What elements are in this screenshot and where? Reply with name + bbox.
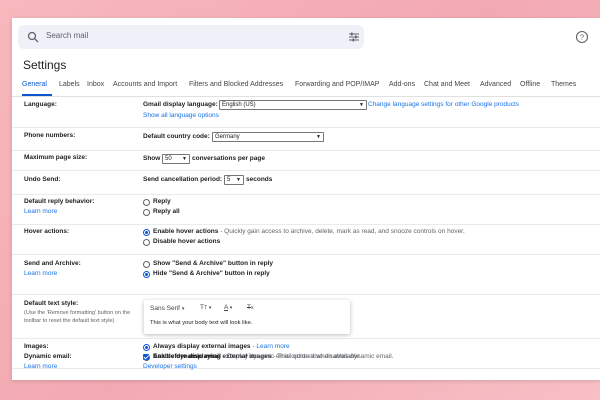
chevron-down-icon: ▼	[182, 156, 187, 162]
option-label: Enable dynamic email	[153, 353, 221, 360]
show-all-languages-link[interactable]: Show all language options	[143, 112, 219, 119]
disable-hover-radio[interactable]	[143, 239, 150, 246]
hide-send-archive-radio[interactable]	[143, 271, 150, 278]
learn-more-link[interactable]: Learn more	[24, 363, 57, 370]
enable-hover-radio[interactable]	[143, 229, 150, 236]
tab-general[interactable]: General	[22, 81, 47, 88]
tab-inbox[interactable]: Inbox	[87, 81, 104, 88]
show-label: Show	[143, 155, 161, 162]
setting-hover-actions: Hover actions: Enable hover actions - Qu…	[12, 224, 600, 255]
reply-all-option-label[interactable]: Reply all	[153, 208, 180, 215]
font-family-selector[interactable]: Sans Serif ▾	[150, 305, 184, 312]
option-description: - Quickly gain access to archive, delete…	[218, 228, 465, 235]
setting-phone-numbers: Phone numbers: Default country code: Ger…	[12, 127, 600, 151]
tab-advanced[interactable]: Advanced	[480, 81, 511, 88]
top-bar: Search mail ?	[12, 18, 600, 54]
tab-accounts-and-import[interactable]: Accounts and Import	[113, 81, 177, 88]
select-value: Germany	[215, 134, 240, 140]
setting-label: Dynamic email:	[24, 353, 72, 360]
font-size-icon[interactable]: TT ▾	[200, 304, 211, 311]
tab-themes[interactable]: Themes	[551, 81, 576, 88]
enable-hover-option[interactable]: Enable hover actions - Quickly gain acce…	[153, 228, 465, 235]
tab-forwarding-pop-imap[interactable]: Forwarding and POP/IMAP	[295, 81, 379, 88]
page-size-select[interactable]: 50 ▼	[162, 154, 190, 164]
text-style-note: (Use the 'Remove formatting' button on t…	[24, 310, 131, 324]
option-description: - Display dynamic email content when ava…	[220, 353, 362, 360]
reply-option-label[interactable]: Reply	[153, 198, 171, 205]
search-bar[interactable]: Search mail	[18, 25, 364, 49]
developer-settings-link[interactable]: Developer settings	[143, 363, 197, 370]
tab-offline[interactable]: Offline	[520, 81, 540, 88]
setting-label: Default reply behavior:	[24, 198, 95, 205]
dynamic-email-checkbox[interactable]	[143, 354, 149, 360]
setting-label: Default text style:	[24, 300, 79, 307]
page-title: Settings	[23, 58, 67, 72]
reply-radio[interactable]	[143, 199, 150, 206]
country-code-select[interactable]: Germany ▼	[212, 132, 324, 142]
setting-undo-send: Undo Send: Send cancellation period: 5 ▼ …	[12, 170, 600, 195]
conversations-per-page-label: conversations per page	[192, 155, 265, 162]
chevron-down-icon: ▼	[236, 177, 241, 183]
setting-max-page-size: Maximum page size: Show 50 ▼ conversation…	[12, 150, 600, 171]
disable-hover-option-label[interactable]: Disable hover actions	[153, 238, 220, 245]
chevron-down-icon: ▾	[181, 306, 185, 312]
reply-all-radio[interactable]	[143, 209, 150, 216]
remove-formatting-icon[interactable]: Tx	[247, 304, 253, 311]
setting-label: Phone numbers:	[24, 132, 76, 139]
option-label: Enable hover actions	[153, 228, 219, 235]
display-language-label: Gmail display language:	[143, 101, 218, 108]
text-style-preview: This is what your body text will look li…	[150, 320, 253, 326]
font-family-value: Sans Serif	[150, 305, 180, 312]
change-language-link[interactable]: Change language settings for other Googl…	[368, 101, 519, 108]
cancellation-period-label: Send cancellation period:	[143, 176, 223, 183]
hide-send-archive-label[interactable]: Hide "Send & Archive" button in reply	[153, 270, 270, 277]
active-tab-indicator	[22, 94, 52, 96]
filter-options-icon[interactable]	[348, 31, 360, 43]
search-icon[interactable]	[27, 31, 39, 43]
text-style-editor[interactable]: Sans Serif ▾ TT ▾ A ▾ Tx This is what yo…	[144, 300, 350, 334]
help-icon[interactable]: ?	[575, 30, 589, 44]
setting-label: Undo Send:	[24, 176, 61, 183]
search-input[interactable]: Search mail	[46, 31, 88, 40]
setting-label: Hover actions:	[24, 228, 70, 235]
select-value: 50	[165, 156, 172, 162]
setting-send-and-archive: Send and Archive: Learn more Show "Send …	[12, 254, 600, 295]
chevron-down-icon: ▼	[359, 102, 364, 108]
display-language-select[interactable]: English (US) ▼	[219, 100, 367, 110]
gmail-window: Search mail ? Settings General Labels In…	[12, 18, 600, 380]
tab-add-ons[interactable]: Add-ons	[389, 81, 415, 88]
country-code-label: Default country code:	[143, 133, 210, 140]
tab-filters-and-blocked[interactable]: Filters and Blocked Addresses	[189, 81, 283, 88]
dynamic-email-option[interactable]: Enable dynamic email - Display dynamic e…	[153, 353, 361, 360]
setting-dynamic-email: Dynamic email: Learn more Enable dynamic…	[12, 348, 600, 380]
tab-labels[interactable]: Labels	[59, 81, 80, 88]
text-color-icon[interactable]: A ▾	[224, 304, 232, 311]
setting-label: Language:	[24, 101, 57, 108]
setting-default-reply: Default reply behavior: Learn more Reply…	[12, 194, 600, 225]
setting-language: Language: Gmail display language: Englis…	[12, 97, 600, 128]
select-value: English (US)	[222, 102, 256, 108]
chevron-down-icon: ▼	[316, 134, 321, 140]
learn-more-link[interactable]: Learn more	[24, 208, 57, 215]
svg-text:?: ?	[580, 33, 584, 42]
show-send-archive-radio[interactable]	[143, 261, 150, 268]
settings-tabs: General Labels Inbox Accounts and Import…	[12, 78, 600, 97]
tab-chat-and-meet[interactable]: Chat and Meet	[424, 81, 470, 88]
setting-label: Send and Archive:	[24, 260, 81, 267]
select-value: 5	[227, 177, 231, 183]
cancellation-period-select[interactable]: 5 ▼	[224, 175, 244, 185]
seconds-label: seconds	[246, 176, 273, 183]
learn-more-link[interactable]: Learn more	[24, 270, 57, 277]
show-send-archive-label[interactable]: Show "Send & Archive" button in reply	[153, 260, 273, 267]
setting-label: Maximum page size:	[24, 154, 88, 161]
